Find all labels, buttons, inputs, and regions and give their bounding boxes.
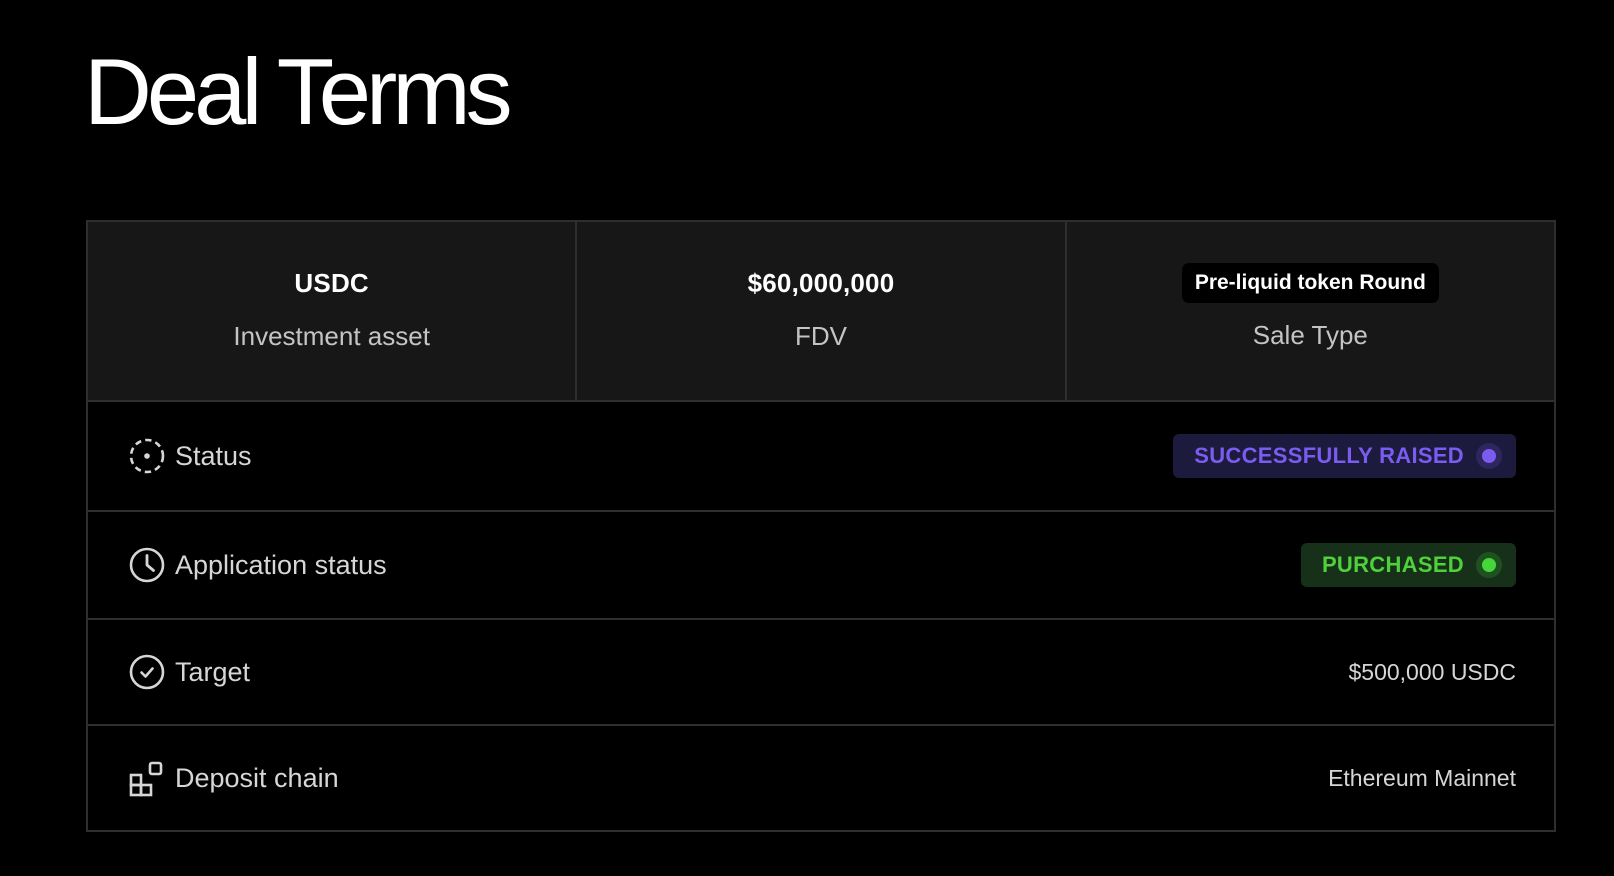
fdv-value: $60,000,000 bbox=[747, 268, 895, 298]
application-status-badge-text: PURCHASED bbox=[1321, 552, 1464, 577]
summary-cell-fdv: $60,000,000 FDV bbox=[575, 222, 1064, 400]
page-title: Deal Terms bbox=[84, 39, 513, 144]
target-label: Target bbox=[175, 657, 251, 687]
sale-type-label: Sale Type bbox=[1252, 320, 1368, 350]
status-row: Status SUCCESSFULLY RAISED bbox=[88, 402, 1554, 510]
deal-terms-page: Deal Terms USDC Investment asset $60,000… bbox=[0, 0, 1614, 876]
clock-icon bbox=[128, 546, 166, 584]
summary-cell-sale-type: Pre-liquid token Round Sale Type bbox=[1064, 222, 1554, 400]
check-circle-icon bbox=[128, 653, 166, 691]
target-row: Target $500,000 USDC bbox=[88, 618, 1554, 724]
summary-cell-investment-asset: USDC Investment asset bbox=[88, 222, 575, 400]
deposit-chain-label: Deposit chain bbox=[175, 763, 339, 793]
application-status-row: Application status PURCHASED bbox=[88, 510, 1554, 618]
target-value: $500,000 USDC bbox=[1348, 659, 1517, 685]
status-label: Status bbox=[175, 441, 252, 471]
dashed-circle-icon bbox=[128, 437, 166, 475]
application-status-dot-ring bbox=[1476, 552, 1502, 578]
application-status-dot bbox=[1482, 558, 1496, 572]
application-status-label: Application status bbox=[175, 550, 387, 580]
summary-row: USDC Investment asset $60,000,000 FDV Pr… bbox=[88, 222, 1554, 402]
deposit-chain-row: Deposit chain Ethereum Mainnet bbox=[88, 724, 1554, 830]
sale-type-chip: Pre-liquid token Round bbox=[1181, 263, 1439, 303]
investment-asset-label: Investment asset bbox=[233, 321, 430, 351]
status-badge-text: SUCCESSFULLY RAISED bbox=[1194, 443, 1464, 468]
status-dot-ring bbox=[1476, 443, 1502, 469]
blocks-icon bbox=[128, 759, 166, 797]
fdv-label: FDV bbox=[794, 321, 847, 351]
deal-terms-table: USDC Investment asset $60,000,000 FDV Pr… bbox=[86, 220, 1556, 832]
deposit-chain-value: Ethereum Mainnet bbox=[1328, 765, 1516, 791]
investment-asset-value: USDC bbox=[294, 268, 369, 298]
status-dot bbox=[1482, 449, 1496, 463]
status-badge: SUCCESSFULLY RAISED bbox=[1173, 434, 1516, 478]
application-status-badge: PURCHASED bbox=[1300, 543, 1516, 587]
